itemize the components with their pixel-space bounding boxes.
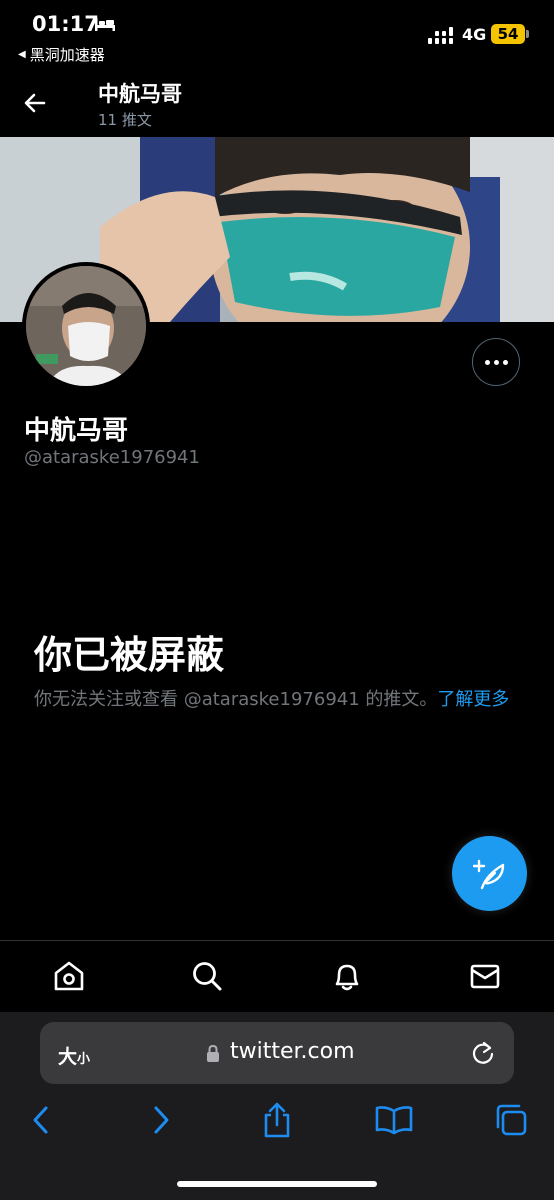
notifications-icon[interactable]	[329, 958, 365, 994]
text-size-small: 小	[77, 1052, 91, 1067]
more-dot	[493, 359, 499, 365]
lock-icon	[207, 1045, 219, 1062]
messages-icon[interactable]	[467, 958, 503, 994]
battery-level: 54	[497, 25, 519, 43]
blocked-title: 你已被屏蔽	[34, 633, 225, 677]
learn-more-link[interactable]: 了解更多	[437, 689, 509, 710]
home-icon[interactable]	[51, 958, 87, 994]
url-text[interactable]: twitter.com	[230, 1039, 355, 1064]
search-icon[interactable]	[189, 958, 225, 994]
battery-icon: 54	[491, 24, 525, 44]
tweet-count: 11 推文	[98, 111, 152, 129]
avatar-photo	[26, 266, 146, 386]
back-icon[interactable]	[21, 1100, 61, 1140]
blocked-message-text: 你无法关注或查看 @ataraske1976941 的推文。	[34, 689, 438, 710]
reload-icon[interactable]	[470, 1040, 496, 1066]
profile-avatar[interactable]	[22, 262, 150, 390]
sleep-focus-icon	[95, 18, 115, 31]
text-size-button[interactable]: 大小	[58, 1042, 90, 1069]
back-to-app-link[interactable]: ◀ 黑洞加速器	[18, 44, 105, 65]
compose-feather-icon	[472, 859, 504, 889]
status-time: 01:17	[32, 12, 99, 36]
tabs-icon[interactable]	[491, 1100, 531, 1140]
share-icon[interactable]	[257, 1100, 297, 1140]
forward-icon[interactable]	[141, 1100, 181, 1140]
more-dot	[484, 359, 490, 365]
battery-tip	[526, 30, 529, 38]
cellular-signal-icon	[428, 27, 453, 44]
home-indicator	[177, 1181, 377, 1187]
back-app-label: 黑洞加速器	[29, 46, 105, 64]
network-type: 4G	[462, 25, 487, 44]
profile-handle: @ataraske1976941	[24, 447, 200, 468]
profile-name: 中航马哥	[24, 416, 129, 446]
back-triangle-icon: ◀	[18, 49, 26, 60]
header-title: 中航马哥	[98, 82, 182, 106]
back-arrow-icon[interactable]	[22, 90, 48, 116]
bookmarks-icon[interactable]	[374, 1100, 414, 1140]
more-dot	[502, 359, 508, 365]
compose-tweet-button[interactable]	[452, 836, 527, 911]
more-options-button[interactable]	[472, 338, 520, 386]
blocked-message: 你无法关注或查看 @ataraske1976941 的推文。了解更多	[34, 686, 530, 713]
text-size-large: 大	[58, 1046, 78, 1068]
